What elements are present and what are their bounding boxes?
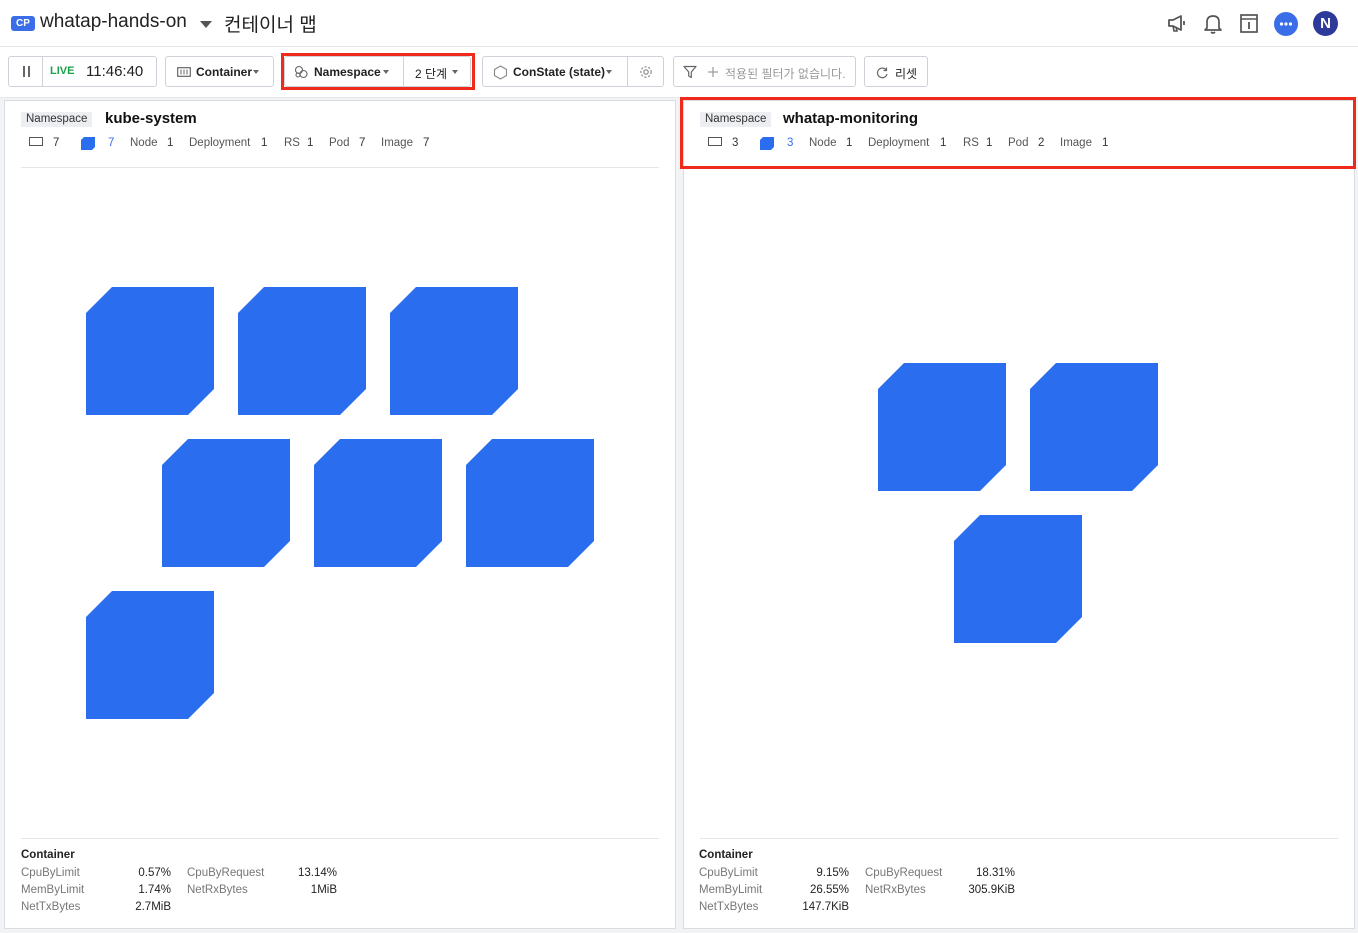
metric-value: 0.57% — [138, 867, 171, 879]
toolbar: LIVE 11:46:40 Container Namespace 2 단계 C… — [0, 46, 1358, 98]
host-count: 7 — [53, 137, 60, 149]
namespace-tag: Namespace — [21, 112, 93, 127]
metrics-title: Container — [21, 849, 75, 861]
product-badge: CP — [11, 16, 35, 31]
container-node[interactable] — [238, 287, 366, 415]
highlight-box — [281, 53, 475, 90]
bell-icon[interactable] — [1202, 12, 1224, 34]
namespace-stats: 7 7 Node 1 Deployment 1 RS 1 Pod 7 Image… — [29, 137, 549, 153]
divider — [700, 838, 1338, 839]
live-time: 11:46:40 — [86, 63, 144, 80]
metric-label: NetTxBytes — [21, 901, 81, 913]
gear-icon[interactable] — [639, 65, 653, 79]
metric-value: 1MiB — [310, 884, 337, 896]
reset-button[interactable]: 리셋 — [864, 56, 928, 87]
filter-input[interactable]: 적용된 필터가 없습니다. — [673, 56, 856, 87]
pause-button[interactable] — [9, 57, 43, 86]
server-icon — [177, 67, 191, 77]
metric-value: 18.31% — [975, 867, 1015, 879]
highlight-box — [680, 97, 1356, 169]
filter-icon — [683, 65, 697, 79]
top-header: CP whatap-hands-on 컨테이너 맵 N — [0, 0, 1358, 46]
state-select-label: ConState (state) — [513, 65, 606, 79]
plus-icon — [708, 67, 718, 77]
pod-label: Pod — [329, 137, 350, 149]
container-node[interactable] — [878, 363, 1006, 491]
chevron-down-icon[interactable] — [200, 21, 212, 28]
container-node[interactable] — [390, 287, 518, 415]
container-count: 7 — [108, 137, 115, 149]
container-node[interactable] — [86, 591, 214, 719]
metric-value: 1.74% — [138, 884, 171, 896]
project-selector[interactable]: whatap-hands-on — [40, 11, 187, 33]
metric-value: 147.7KiB — [802, 901, 849, 913]
reset-label: 리셋 — [895, 67, 918, 81]
live-label: LIVE — [50, 65, 75, 77]
rs-label: RS — [284, 137, 300, 149]
namespace-panel: Namespace whatap-monitoring 3 3 Node 1 D… — [683, 100, 1355, 929]
container-node[interactable] — [86, 287, 214, 415]
info-panel-icon[interactable] — [1238, 12, 1260, 34]
divider — [21, 167, 659, 168]
metric-label: NetRxBytes — [865, 884, 926, 896]
refresh-icon — [876, 67, 888, 79]
chevron-down-icon — [253, 70, 259, 74]
divider — [627, 57, 628, 86]
metric-label: CpuByLimit — [21, 867, 80, 879]
metrics-title: Container — [699, 849, 753, 861]
container-icon — [81, 137, 95, 150]
namespace-name[interactable]: kube-system — [105, 110, 197, 127]
state-select[interactable]: ConState (state) — [482, 56, 664, 87]
metric-value: 2.7MiB — [135, 901, 171, 913]
view-select-label: Container — [196, 65, 253, 79]
deployment-label: Deployment — [189, 137, 251, 149]
metric-label: NetRxBytes — [187, 884, 248, 896]
metric-label: CpuByRequest — [865, 867, 943, 879]
deployment-count: 1 — [261, 137, 268, 149]
chat-icon[interactable] — [1274, 12, 1298, 36]
pod-count: 7 — [359, 137, 366, 149]
container-node[interactable] — [954, 515, 1082, 643]
namespace-panel: Namespace kube-system 7 7 Node 1 Deploym… — [4, 100, 676, 929]
metric-label: CpuByLimit — [699, 867, 758, 879]
user-avatar[interactable]: N — [1313, 11, 1338, 36]
metric-label: NetTxBytes — [699, 901, 759, 913]
image-label: Image — [381, 137, 413, 149]
server-icon — [29, 137, 43, 146]
page-title: 컨테이너 맵 — [224, 15, 317, 36]
container-node[interactable] — [1030, 363, 1158, 491]
container-node[interactable] — [466, 439, 594, 567]
metric-label: CpuByRequest — [187, 867, 265, 879]
filter-placeholder: 적용된 필터가 없습니다. — [725, 67, 846, 81]
node-label: Node — [130, 137, 158, 149]
live-control: LIVE 11:46:40 — [8, 56, 157, 87]
node-count: 1 — [167, 137, 174, 149]
rs-count: 1 — [307, 137, 314, 149]
metric-label: MemByLimit — [21, 884, 85, 896]
metric-value: 305.9KiB — [968, 884, 1015, 896]
chevron-down-icon — [606, 70, 612, 74]
metric-value: 9.15% — [816, 867, 849, 879]
image-count: 7 — [423, 137, 430, 149]
hexagon-icon — [493, 65, 508, 80]
container-node[interactable] — [314, 439, 442, 567]
container-node[interactable] — [162, 439, 290, 567]
metric-label: MemByLimit — [699, 884, 763, 896]
view-select[interactable]: Container — [165, 56, 274, 87]
metric-value: 13.14% — [297, 867, 337, 879]
metric-value: 26.55% — [809, 884, 849, 896]
divider — [21, 838, 659, 839]
megaphone-icon[interactable] — [1166, 12, 1188, 34]
